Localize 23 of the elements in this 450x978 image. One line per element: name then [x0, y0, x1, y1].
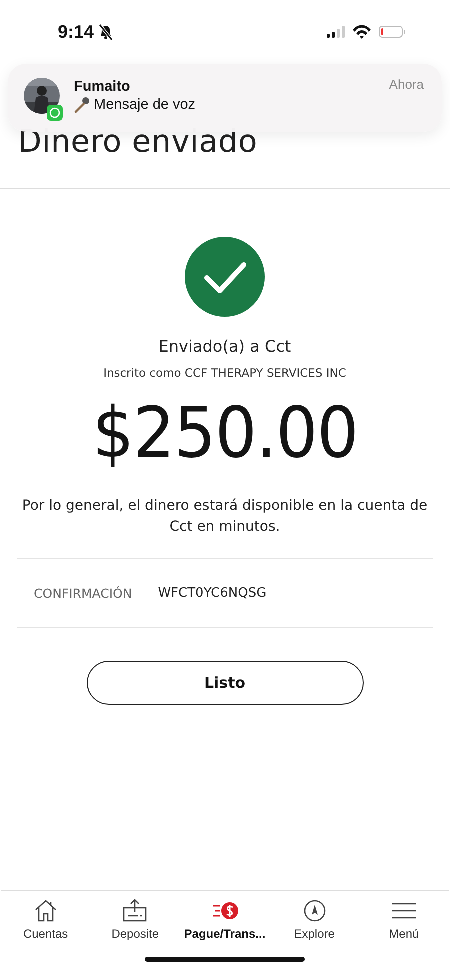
- confirmation-number: WFCT0YC6NQSG: [158, 586, 267, 600]
- battery-icon: [379, 26, 406, 38]
- notification-time: Ahora: [389, 77, 424, 92]
- tab-item[interactable]: Explore: [270, 897, 360, 954]
- success-check-icon: [185, 237, 265, 317]
- signal-icon: [327, 26, 345, 38]
- enrolled-name: Inscrito como CCF THERAPY SERVICES INC: [104, 366, 346, 380]
- tab-item[interactable]: Cuentas: [1, 897, 91, 954]
- amount-text: $250.00: [92, 392, 358, 474]
- tab-item[interactable]: Menú: [359, 897, 449, 954]
- microphone-icon: [74, 97, 90, 113]
- recipient-text: Enviado(a) a Cct: [158, 337, 292, 356]
- done-button[interactable]: Listo: [86, 661, 364, 705]
- notification-banner[interactable]: Fumaito Mensaje de voz Ahora: [8, 64, 442, 132]
- wifi-icon: [352, 25, 372, 39]
- tab-item[interactable]: Deposite: [90, 897, 180, 954]
- availability-note: Por lo general, el dinero estará disponible en la cuenta de Cct en minutos.: [21, 497, 429, 537]
- tab-item[interactable]: Pague/Trans...: [180, 897, 270, 954]
- notification-message: Mensaje de voz: [94, 97, 196, 113]
- notification-sender: Fumaito: [74, 79, 132, 95]
- chat-app-icon: [47, 105, 63, 121]
- status-time: 9:14: [58, 22, 94, 42]
- confirmation-label: CONFIRMACIÓN: [34, 586, 132, 600]
